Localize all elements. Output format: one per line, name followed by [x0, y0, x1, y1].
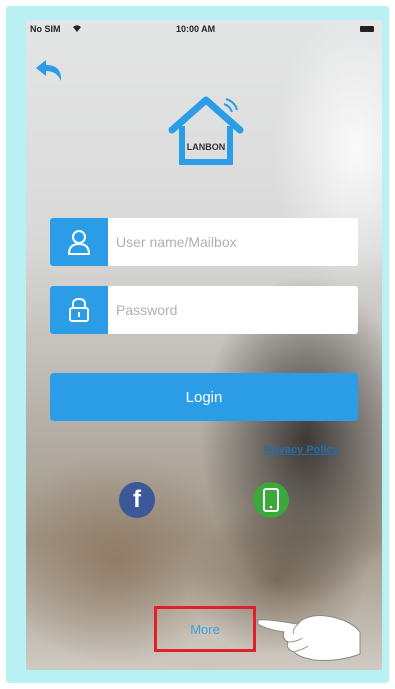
wifi-icon [72, 24, 82, 35]
status-time: 10:00 AM [176, 24, 216, 34]
battery-icon [360, 26, 374, 32]
username-input[interactable] [116, 218, 352, 266]
privacy-policy-link[interactable]: Privacy Policy [264, 444, 339, 456]
phone-icon [263, 488, 279, 512]
facebook-login-button[interactable]: f [119, 482, 155, 518]
carrier-label: No SIM [30, 24, 61, 34]
more-button[interactable]: More [154, 606, 256, 652]
user-icon [50, 218, 108, 266]
lanbon-logo: LANBON [166, 90, 246, 170]
lock-icon [50, 286, 108, 334]
back-arrow-icon [36, 60, 62, 81]
back-button[interactable] [34, 58, 64, 84]
pointing-hand-icon [254, 610, 364, 666]
username-field[interactable] [50, 218, 358, 266]
app-screen: No SIM 10:00 AM LANBON User name/Mailbox… [26, 20, 382, 670]
facebook-icon: f [133, 486, 141, 513]
phone-login-button[interactable] [253, 482, 289, 518]
password-input[interactable] [116, 286, 352, 334]
status-bar: No SIM 10:00 AM [26, 24, 382, 38]
password-field[interactable] [50, 286, 358, 334]
logo-text: LANBON [187, 142, 226, 152]
login-button[interactable]: Login [50, 373, 358, 421]
